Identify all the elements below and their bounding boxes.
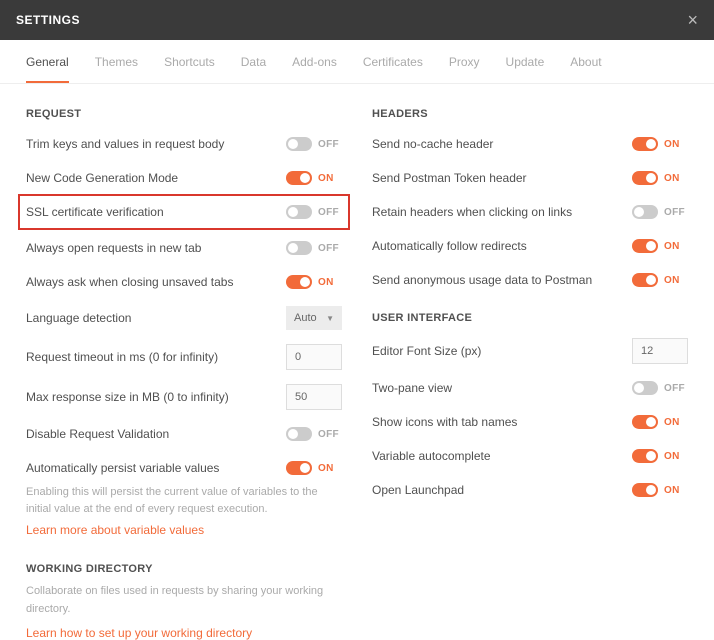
- row-timeout: Request timeout in ms (0 for infinity): [26, 344, 342, 370]
- label-pmtoken: Send Postman Token header: [372, 171, 632, 185]
- toggle-ssl[interactable]: OFF: [286, 205, 342, 219]
- row-fontsize: Editor Font Size (px): [372, 338, 688, 364]
- row-newtab: Always open requests in new tab OFF: [26, 238, 342, 258]
- toggle-nocache[interactable]: ON: [632, 137, 688, 151]
- tab-update[interactable]: Update: [506, 55, 545, 83]
- desc-workingdir: Collaborate on files used in requests by…: [26, 583, 342, 618]
- label-persist: Automatically persist variable values: [26, 461, 286, 475]
- tab-about[interactable]: About: [570, 55, 601, 83]
- link-persist[interactable]: Learn more about variable values: [26, 523, 342, 537]
- toggle-codegen[interactable]: ON: [286, 171, 342, 185]
- label-redirects: Automatically follow redirects: [372, 239, 632, 253]
- titlebar: SETTINGS ×: [0, 0, 714, 40]
- row-redirects: Automatically follow redirects ON: [372, 236, 688, 256]
- chevron-down-icon: ▼: [326, 314, 334, 323]
- label-timeout: Request timeout in ms (0 for infinity): [26, 350, 286, 364]
- input-maxresp[interactable]: [286, 384, 342, 410]
- label-langdet: Language detection: [26, 311, 286, 325]
- row-codegen: New Code Generation Mode ON: [26, 168, 342, 188]
- row-pmtoken: Send Postman Token header ON: [372, 168, 688, 188]
- label-twopane: Two-pane view: [372, 381, 632, 395]
- label-maxresp: Max response size in MB (0 to infinity): [26, 390, 286, 404]
- label-anon: Send anonymous usage data to Postman: [372, 273, 632, 287]
- label-trim: Trim keys and values in request body: [26, 137, 286, 151]
- row-twopane: Two-pane view OFF: [372, 378, 688, 398]
- desc-persist: Enabling this will persist the current v…: [26, 484, 342, 517]
- close-icon[interactable]: ×: [687, 11, 698, 29]
- window-title: SETTINGS: [16, 13, 80, 27]
- tab-shortcuts[interactable]: Shortcuts: [164, 55, 215, 83]
- tab-general[interactable]: General: [26, 55, 69, 83]
- select-langdet[interactable]: Auto ▼: [286, 306, 342, 330]
- label-newtab: Always open requests in new tab: [26, 241, 286, 255]
- toggle-retain[interactable]: OFF: [632, 205, 688, 219]
- row-disableval: Disable Request Validation OFF: [26, 424, 342, 444]
- row-tabicons: Show icons with tab names ON: [372, 412, 688, 432]
- input-timeout[interactable]: [286, 344, 342, 370]
- tab-themes[interactable]: Themes: [95, 55, 138, 83]
- label-disableval: Disable Request Validation: [26, 427, 286, 441]
- label-ssl: SSL certificate verification: [26, 205, 286, 219]
- section-ui: USER INTERFACE: [372, 312, 688, 324]
- toggle-twopane[interactable]: OFF: [632, 381, 688, 395]
- row-nocache: Send no-cache header ON: [372, 134, 688, 154]
- row-maxresp: Max response size in MB (0 to infinity): [26, 384, 342, 410]
- toggle-newtab[interactable]: OFF: [286, 241, 342, 255]
- right-column: HEADERS Send no-cache header ON Send Pos…: [372, 108, 688, 640]
- tab-addons[interactable]: Add-ons: [292, 55, 337, 83]
- label-nocache: Send no-cache header: [372, 137, 632, 151]
- tab-data[interactable]: Data: [241, 55, 266, 83]
- row-launchpad: Open Launchpad ON: [372, 480, 688, 500]
- link-workingdir[interactable]: Learn how to set up your working directo…: [26, 626, 342, 640]
- left-column: REQUEST Trim keys and values in request …: [26, 108, 342, 640]
- toggle-launchpad[interactable]: ON: [632, 483, 688, 497]
- label-tabicons: Show icons with tab names: [372, 415, 632, 429]
- label-retain: Retain headers when clicking on links: [372, 205, 632, 219]
- toggle-anon[interactable]: ON: [632, 273, 688, 287]
- row-varauto: Variable autocomplete ON: [372, 446, 688, 466]
- label-codegen: New Code Generation Mode: [26, 171, 286, 185]
- tab-proxy[interactable]: Proxy: [449, 55, 480, 83]
- row-askclose: Always ask when closing unsaved tabs ON: [26, 272, 342, 292]
- row-langdet: Language detection Auto ▼: [26, 306, 342, 330]
- row-trim: Trim keys and values in request body OFF: [26, 134, 342, 154]
- tab-certificates[interactable]: Certificates: [363, 55, 423, 83]
- label-varauto: Variable autocomplete: [372, 449, 632, 463]
- toggle-tabicons[interactable]: ON: [632, 415, 688, 429]
- row-retain: Retain headers when clicking on links OF…: [372, 202, 688, 222]
- label-launchpad: Open Launchpad: [372, 483, 632, 497]
- row-anon: Send anonymous usage data to Postman ON: [372, 270, 688, 290]
- toggle-varauto[interactable]: ON: [632, 449, 688, 463]
- section-request: REQUEST: [26, 108, 342, 120]
- settings-content: REQUEST Trim keys and values in request …: [0, 84, 714, 640]
- toggle-askclose[interactable]: ON: [286, 275, 342, 289]
- toggle-pmtoken[interactable]: ON: [632, 171, 688, 185]
- section-workingdir: WORKING DIRECTORY: [26, 563, 342, 575]
- toggle-persist[interactable]: ON: [286, 461, 342, 475]
- toggle-trim[interactable]: OFF: [286, 137, 342, 151]
- row-ssl: SSL certificate verification OFF: [26, 202, 342, 222]
- toggle-redirects[interactable]: ON: [632, 239, 688, 253]
- toggle-disableval[interactable]: OFF: [286, 427, 342, 441]
- label-askclose: Always ask when closing unsaved tabs: [26, 275, 286, 289]
- label-fontsize: Editor Font Size (px): [372, 344, 632, 358]
- highlight-ssl: SSL certificate verification OFF: [18, 194, 350, 230]
- input-fontsize[interactable]: [632, 338, 688, 364]
- tabs-bar: General Themes Shortcuts Data Add-ons Ce…: [0, 40, 714, 84]
- section-headers: HEADERS: [372, 108, 688, 120]
- row-persist: Automatically persist variable values ON: [26, 458, 342, 478]
